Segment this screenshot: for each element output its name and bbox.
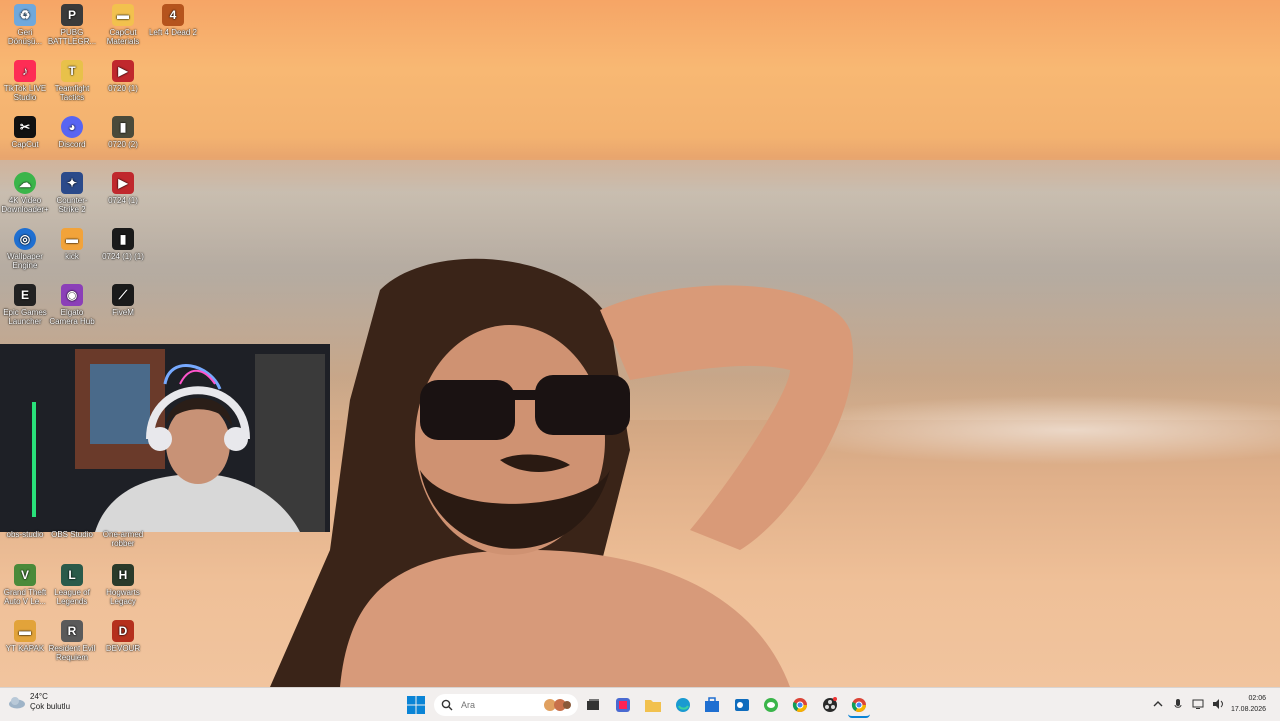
taskbar-xbox[interactable] — [760, 694, 782, 716]
chevron-up-icon[interactable] — [1152, 697, 1164, 709]
taskbar-chrome[interactable] — [789, 694, 811, 716]
fivem-icon: ⟋ — [112, 284, 134, 306]
elgato-camera-icon: ◉ — [61, 284, 83, 306]
folder-icon — [645, 700, 661, 712]
league-of-legends-icon: L — [61, 564, 83, 586]
desktop-icon-capcut[interactable]: ✂ CapCut — [0, 114, 50, 168]
weather-widget[interactable]: 24°C Çok bulutlu — [8, 692, 70, 712]
outlook-icon — [735, 699, 749, 711]
desktop-icon-league[interactable]: L League of Legends — [47, 562, 97, 616]
xbox-icon — [764, 698, 778, 712]
system-tray — [1152, 697, 1224, 709]
desktop-icon-one-armed-robber[interactable]: One-armed robber — [98, 530, 148, 552]
left4dead2-icon: 4 — [162, 4, 184, 26]
video-file-icon: ▮ — [112, 116, 134, 138]
desktop-icon-obs-studio-folder[interactable]: obs-studio — [0, 530, 50, 544]
taskbar-task-view[interactable] — [582, 694, 604, 716]
weather-description: Çok bulutlu — [30, 702, 71, 711]
desktop-icon-obs-studio[interactable]: OBS Studio — [47, 530, 97, 544]
desktop-icon-resident-evil[interactable]: R Resident Evil Requiem — [47, 618, 97, 672]
desktop-wallpaper: ♻ Geri Dönüşü... P PUBG BATTLEGR... ▬ Ca… — [0, 0, 1280, 687]
desktop-icon-elgato[interactable]: ◉ Elgato Camera Hub — [47, 282, 97, 336]
search-input[interactable] — [459, 699, 543, 711]
folder-icon: ▬ — [112, 4, 134, 26]
clock-time: 02:06 — [1248, 695, 1266, 702]
taskbar-store[interactable] — [701, 694, 723, 716]
desktop-icon-recycle-bin[interactable]: ♻ Geri Dönüşü... — [0, 2, 50, 56]
desktop-icon-fivem[interactable]: ⟋ FiveM — [98, 282, 148, 336]
desktop-icon-left4dead2[interactable]: 4 Left 4 Dead 2 — [148, 2, 198, 56]
desktop-icon-gta5[interactable]: V Grand Theft Auto V Le... — [0, 562, 50, 616]
weather-temperature: 24°C — [30, 692, 48, 701]
resident-evil-icon: R — [61, 620, 83, 642]
desktop-icon-wallpaper-engine[interactable]: ◎ Wallpaper Engine — [0, 226, 50, 280]
taskbar-clock[interactable]: 02:06 17.08.2026 — [1231, 693, 1266, 715]
clock-date: 17.08.2026 — [1230, 706, 1266, 713]
webcam-overlay — [0, 344, 330, 532]
ms-app-icon — [616, 698, 630, 712]
wallpaper-engine-icon: ◎ — [14, 228, 36, 250]
4k-downloader-icon: ☁ — [14, 172, 36, 194]
teamfight-icon: T — [61, 60, 83, 82]
recycle-bin-icon: ♻ — [14, 4, 36, 26]
video-file-icon: ▶ — [112, 60, 134, 82]
wallpaper-person — [270, 250, 870, 687]
chrome-icon — [851, 698, 866, 712]
desktop-icon-teamfight[interactable]: T Teamfight Tactics — [47, 58, 97, 112]
volume-icon[interactable] — [1212, 697, 1224, 709]
desktop-icon-yt-kapak[interactable]: ▬ YT KAPAK — [0, 618, 50, 672]
taskbar-edge[interactable] — [672, 694, 694, 716]
search-highlight-icon — [544, 699, 571, 711]
video-file-icon: ▮ — [112, 228, 134, 250]
taskbar: 24°C Çok bulutlu Ara 02:06 17.08.2026 — [0, 687, 1280, 721]
network-icon[interactable] — [1192, 697, 1204, 709]
folder-icon: ▬ — [61, 228, 83, 250]
discord-icon: ◕ — [61, 116, 83, 138]
taskbar-outlook[interactable] — [731, 694, 753, 716]
video-file-icon: ▶ — [112, 172, 134, 194]
folder-icon: ▬ — [14, 620, 36, 642]
taskbar-chrome-active[interactable] — [848, 694, 870, 718]
desktop-icon-kick[interactable]: ▬ kick — [47, 226, 97, 280]
gta5-icon: V — [14, 564, 36, 586]
cloud-icon — [9, 697, 25, 709]
chrome-icon — [792, 698, 807, 712]
edge-icon — [676, 698, 690, 712]
desktop-icon-video-0724-1-1[interactable]: ▮ 0724 (1) (1) — [98, 226, 148, 280]
desktop-icon-tiktok-live[interactable]: ♪ TikTok LIVE Studio — [0, 58, 50, 112]
desktop-icon-hogwarts[interactable]: H Hogwarts Legacy — [98, 562, 148, 616]
store-icon — [705, 697, 719, 712]
desktop-icon-epic-games[interactable]: E Epic Games Launcher — [0, 282, 50, 336]
desktop-icon-4k-downloader[interactable]: ☁ 4K Video Downloader+ — [0, 170, 50, 224]
hogwarts-icon: H — [112, 564, 134, 586]
devour-icon: D — [112, 620, 134, 642]
desktop-icon-discord[interactable]: ◕ Discord — [47, 114, 97, 168]
tiktok-icon: ♪ — [14, 60, 36, 82]
taskbar-file-explorer[interactable] — [642, 694, 664, 716]
pubg-icon: P — [61, 4, 83, 26]
windows-start-icon[interactable] — [406, 695, 426, 715]
taskbar-search[interactable] — [434, 694, 578, 716]
counter-strike-icon: ✦ — [61, 172, 83, 194]
taskbar-obs[interactable] — [819, 694, 841, 716]
capcut-icon: ✂ — [14, 116, 36, 138]
taskbar-app-2[interactable] — [612, 694, 634, 716]
desktop-icon-video-0724-1[interactable]: ▶ 0724 (1) — [98, 170, 148, 224]
obs-icon — [823, 697, 837, 712]
desktop-icon-capcut-materials[interactable]: ▬ CapCut Materials — [98, 2, 148, 56]
desktop-icon-devour[interactable]: D DEVOUR — [98, 618, 148, 672]
task-view-icon — [587, 699, 599, 710]
desktop-icon-counter-strike[interactable]: ✦ Counter-Strike 2 — [47, 170, 97, 224]
epic-games-icon: E — [14, 284, 36, 306]
search-icon — [441, 699, 453, 711]
desktop-icon-video-0720-1[interactable]: ▶ 0720 (1) — [98, 58, 148, 112]
microphone-icon[interactable] — [1172, 697, 1184, 709]
desktop-icon-video-0720-2[interactable]: ▮ 0720 (2) — [98, 114, 148, 168]
desktop-icon-pubg[interactable]: P PUBG BATTLEGR... — [47, 2, 97, 56]
